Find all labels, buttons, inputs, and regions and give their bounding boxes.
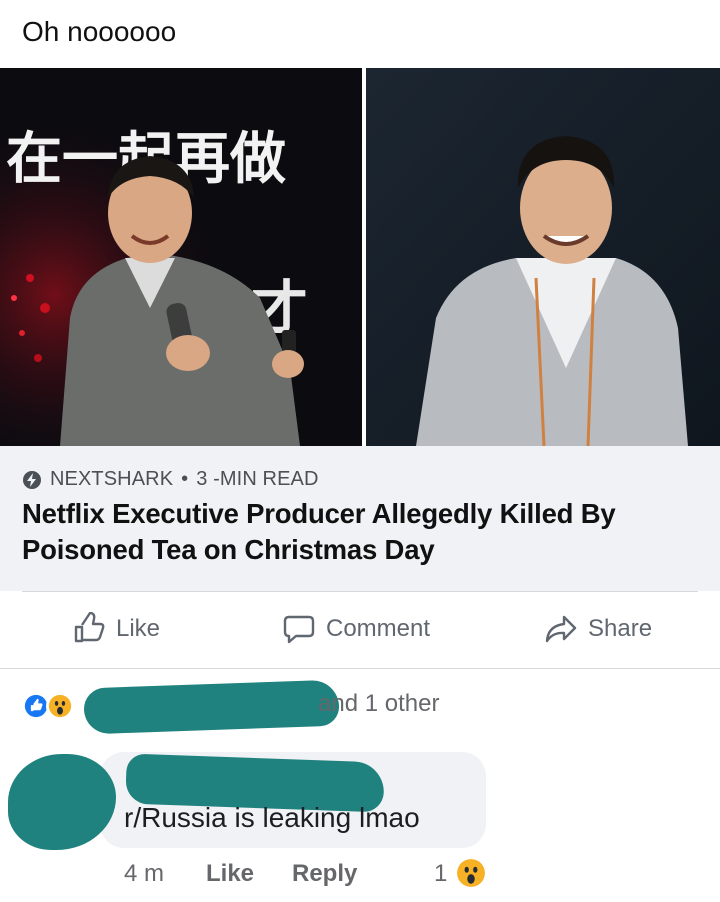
redacted-names: [83, 679, 340, 735]
separator-dot: •: [181, 468, 189, 490]
photo-right: [366, 68, 720, 446]
photo-left: 在一起再做 才: [0, 68, 362, 446]
comment-button[interactable]: Comment: [282, 612, 430, 646]
reactions-others-text[interactable]: and 1 other: [318, 690, 439, 718]
avatar[interactable]: [8, 754, 116, 850]
read-time: 3 -MIN READ: [196, 468, 319, 490]
comment-reaction-count[interactable]: 1: [434, 860, 447, 888]
post-actions-bar: Like Comment Share: [0, 592, 720, 668]
share-icon: [545, 615, 577, 643]
wow-reaction-icon: [46, 692, 74, 720]
link-source: NEXTSHARK: [50, 468, 174, 490]
link-source-line: NEXTSHARK • 3 -MIN READ: [22, 468, 319, 491]
comment-label: Comment: [326, 615, 431, 642]
comment-time: 4 m: [124, 860, 165, 887]
link-card[interactable]: NEXTSHARK • 3 -MIN READ Netflix Executiv…: [0, 446, 720, 591]
comment-meta: 4 m Like Reply 1: [0, 858, 720, 892]
reactions-summary[interactable]: and 1 other: [22, 679, 702, 735]
divider: [0, 668, 720, 669]
comment-text: r/Russia is leaking lmao: [124, 802, 420, 833]
comment-icon: [283, 615, 315, 644]
comment-like-button[interactable]: Like: [206, 860, 254, 888]
wow-reaction-icon[interactable]: [456, 858, 486, 888]
comment-reply-button[interactable]: Reply: [292, 860, 357, 888]
lightning-icon: [23, 470, 41, 489]
post-text: Oh noooooo: [22, 16, 177, 47]
link-preview-image[interactable]: 在一起再做 才: [0, 68, 720, 446]
thumbs-up-icon: [74, 612, 105, 643]
share-button[interactable]: Share: [544, 612, 652, 646]
like-button[interactable]: Like: [72, 612, 160, 646]
like-label: Like: [116, 615, 161, 642]
share-label: Share: [588, 615, 653, 642]
link-headline[interactable]: Netflix Executive Producer Allegedly Kil…: [22, 496, 692, 568]
